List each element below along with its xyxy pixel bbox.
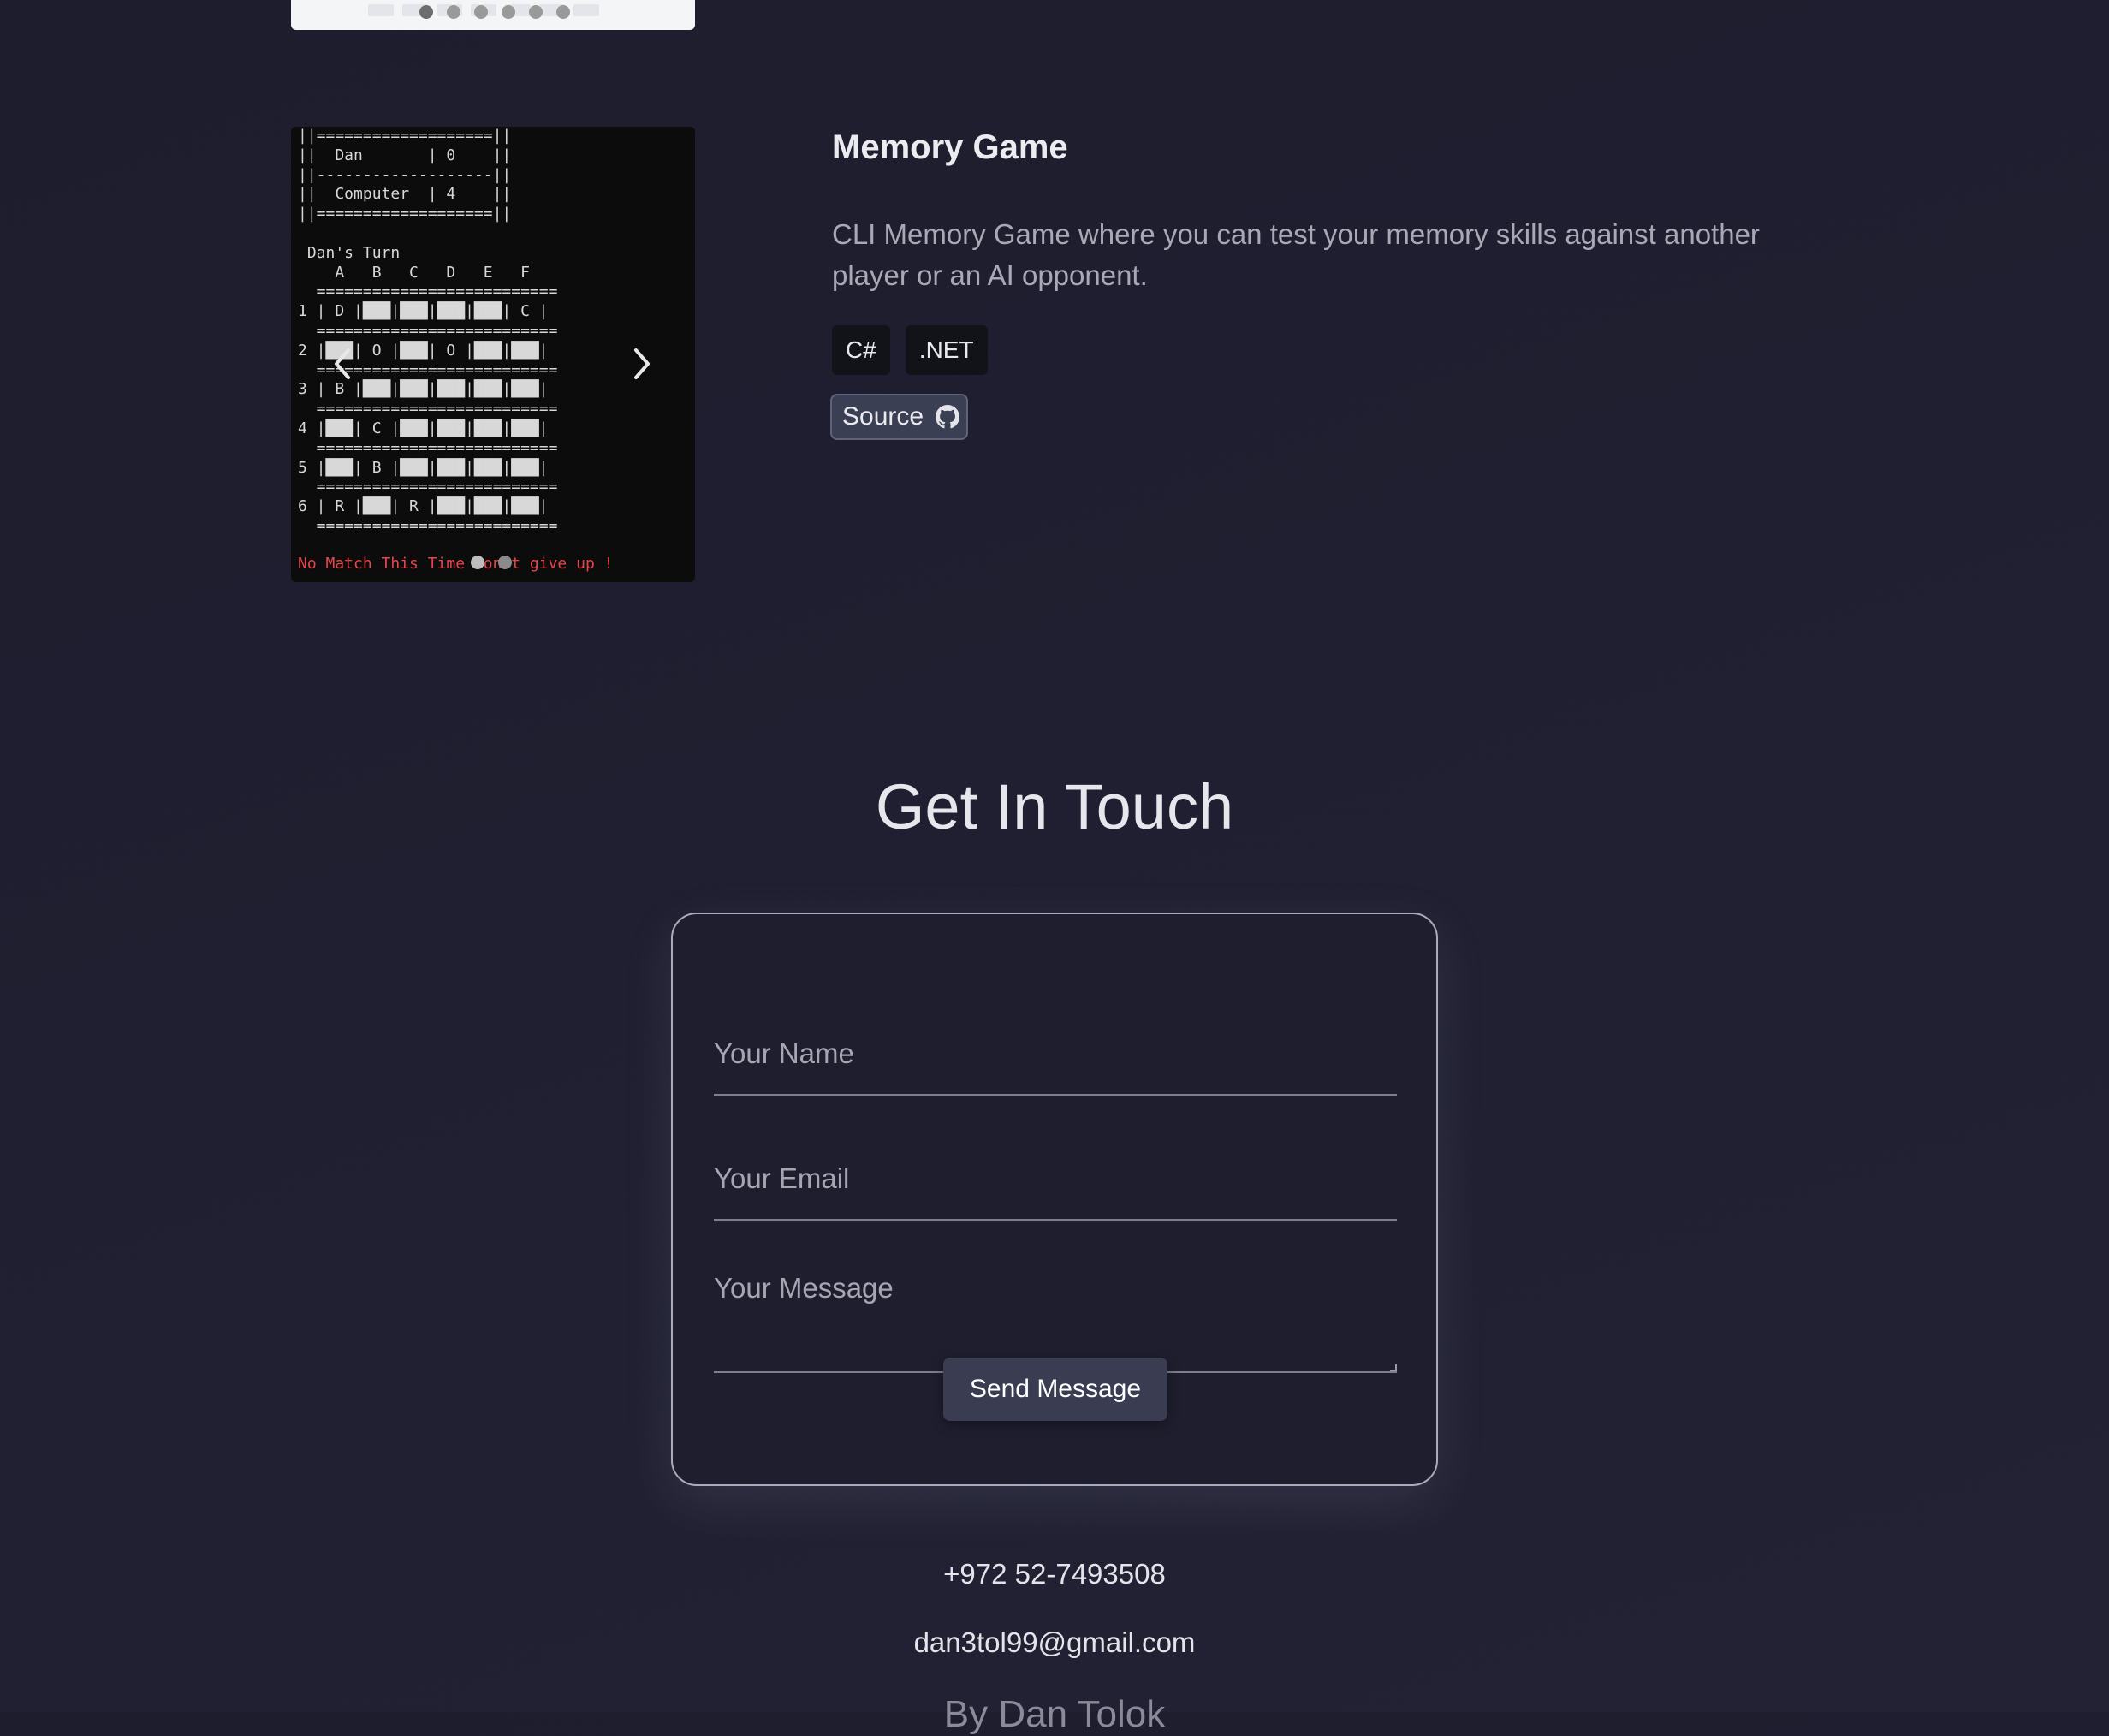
carousel-dot[interactable]	[502, 5, 515, 19]
terminal-output: ||===================|| || Dan | 0 || ||…	[298, 127, 558, 535]
github-icon	[936, 405, 960, 429]
previous-carousel-dots	[419, 5, 570, 19]
tech-tags: C# .NET	[832, 325, 988, 375]
name-field[interactable]: Your Name	[714, 983, 1397, 1096]
chevron-left-icon	[335, 348, 350, 379]
message-field[interactable]: Your Message	[714, 1221, 1397, 1373]
carousel-dot[interactable]	[498, 556, 512, 569]
contact-heading: Get In Touch	[875, 771, 1234, 842]
name-placeholder: Your Name	[714, 1037, 854, 1069]
message-placeholder: Your Message	[714, 1272, 894, 1304]
carousel-dots	[471, 556, 512, 569]
carousel-dot[interactable]	[556, 5, 570, 19]
send-message-button[interactable]: Send Message	[943, 1358, 1167, 1421]
resize-handle[interactable]	[1390, 1364, 1397, 1371]
tag: .NET	[905, 325, 988, 375]
project-title: Memory Game	[832, 128, 1068, 166]
carousel-dot[interactable]	[419, 5, 433, 19]
chevron-right-icon	[634, 348, 650, 379]
source-button[interactable]: Source	[830, 394, 969, 440]
carousel-prev-button[interactable]	[325, 342, 359, 385]
email-field[interactable]: Your Email	[714, 1109, 1397, 1221]
carousel-dot[interactable]	[471, 556, 484, 569]
footer-credit: By Dan Tolok	[943, 1693, 1166, 1735]
contact-form: Your Name Your Email Your Message Send M…	[671, 913, 1438, 1486]
email-placeholder: Your Email	[714, 1162, 850, 1194]
carousel-dot[interactable]	[474, 5, 488, 19]
carousel-dot[interactable]	[447, 5, 460, 19]
email-address: dan3tol99@gmail.com	[913, 1626, 1196, 1658]
carousel-next-button[interactable]	[625, 342, 659, 385]
phone-number: +972 52-7493508	[943, 1558, 1166, 1590]
carousel-dot[interactable]	[529, 5, 543, 19]
project-description: CLI Memory Game where you can test your …	[832, 218, 1760, 291]
tag: C#	[832, 325, 890, 375]
terminal-message: No Match This Time Don't give up !	[298, 555, 614, 573]
source-label: Source	[842, 402, 924, 431]
